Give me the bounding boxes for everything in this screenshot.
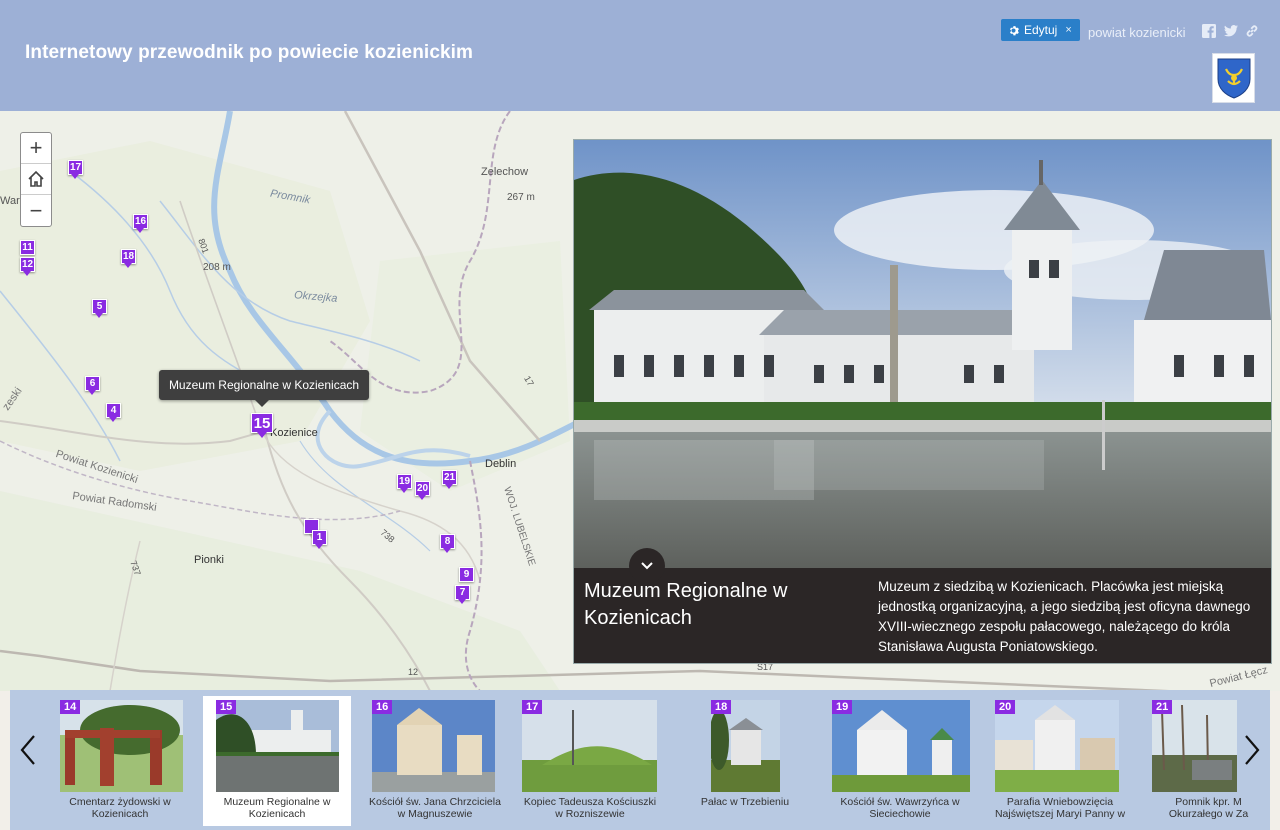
edit-button-label: Edytuj [1024, 23, 1058, 37]
map-marker[interactable]: 6 [85, 376, 100, 395]
thumbnail-label: Muzeum Regionalne w Kozienicach [223, 796, 331, 820]
map-marker[interactable]: 5 [92, 299, 107, 318]
map-label-deblin: Deblin [485, 458, 517, 470]
home-button[interactable] [21, 164, 51, 195]
carousel-item-active[interactable]: 15 Muzeum Regionalne w Kozienicach [203, 696, 351, 826]
thumbnail-image [522, 700, 657, 792]
map-label-alt208: 208 m [203, 262, 231, 273]
map-marker[interactable]: 12 [20, 257, 35, 276]
chevron-down-icon [641, 562, 653, 570]
thumbnail-image [832, 700, 970, 792]
map-marker[interactable]: 1 [312, 530, 327, 549]
map-marker[interactable]: 21 [442, 470, 457, 489]
zoom-out-button[interactable]: − [21, 195, 51, 226]
coat-of-arms-icon [1217, 58, 1250, 99]
museum-photo [574, 140, 1271, 570]
map-marker-selected[interactable]: 15 [251, 413, 273, 439]
map-label-road12: 12 [408, 667, 419, 677]
map-marker[interactable]: 16 [133, 214, 148, 233]
thumbnail-label: Kopiec Tadeusza Kościuszki w Rozniszewie [523, 796, 657, 820]
map-marker[interactable]: 7 [455, 585, 470, 604]
gear-icon [1009, 25, 1019, 35]
map-marker[interactable]: 18 [121, 249, 136, 268]
zoom-in-button[interactable]: + [21, 133, 51, 164]
panel-title: Muzeum Regionalne w Kozienicach [584, 580, 788, 629]
chevron-right-icon [1245, 735, 1260, 765]
carousel-prev-button[interactable] [13, 730, 43, 770]
map-label-pionki: Pionki [194, 554, 224, 566]
thumbnail-label: Pałac w Trzebieniu [700, 796, 790, 808]
thumbnail-label: Pomnik kpr. M Okurzałego w Za [1168, 796, 1249, 820]
carousel-item[interactable]: 14 Cmentarz żydowski w Kozienicach [50, 696, 190, 826]
thumbnail-carousel: 14 Cmentarz żydowski w Kozienicach 15 Mu… [10, 690, 1270, 830]
map-marker[interactable]: 4 [106, 403, 121, 422]
carousel-item[interactable]: 19 Kościół św. Wawrzyńca w Sieciechowie [830, 696, 970, 826]
map-marker[interactable]: 8 [440, 534, 455, 553]
collapse-button[interactable] [629, 548, 665, 584]
home-icon [28, 170, 44, 187]
app-header: Internetowy przewodnik po powiecie kozie… [0, 0, 1280, 111]
map-marker[interactable]: 19 [397, 474, 412, 493]
carousel-item[interactable]: 16 Kościół św. Jana Chrzciciela w Magnus… [365, 696, 505, 826]
thumbnail-label: Parafia Wniebowzięcia Najświętszej Maryi… [994, 796, 1126, 820]
map-marker[interactable]: 17 [68, 160, 83, 179]
coat-of-arms-logo [1212, 53, 1255, 103]
twitter-icon[interactable] [1224, 24, 1238, 38]
thumbnail-label: Kościół św. Jana Chrzciciela w Magnuszew… [369, 796, 501, 820]
map-label-zelechow: Zelechow [481, 166, 529, 178]
edit-button[interactable]: Edytuj × [1001, 19, 1080, 41]
carousel-next-button[interactable] [1237, 730, 1267, 770]
close-icon[interactable]: × [1065, 24, 1071, 36]
chevron-left-icon [20, 735, 35, 765]
carousel-item[interactable]: 17 Kopiec Tadeusza Kościuszki w Roznisze… [520, 696, 660, 826]
header-link[interactable]: powiat kozienicki [1088, 25, 1186, 40]
marker-tooltip: Muzeum Regionalne w Kozienicach [159, 370, 369, 407]
panel-description: Muzeum z siedzibą w Kozienicach. Placówk… [878, 579, 1251, 654]
thumbnail-label: Kościół św. Wawrzyńca w Sieciechowie [840, 796, 960, 820]
app-title: Internetowy przewodnik po powiecie kozie… [25, 42, 474, 63]
map-marker[interactable]: 20 [415, 481, 430, 500]
facebook-icon[interactable] [1202, 24, 1216, 38]
map-label-alt267: 267 m [507, 192, 535, 203]
carousel-item[interactable]: 20 Parafia Wniebowzięcia Najświętszej Ma… [990, 696, 1130, 826]
thumbnail-label: Cmentarz żydowski w Kozienicach [69, 796, 171, 820]
map-label-kozienice: Kozienice [270, 427, 318, 439]
caption-bar: Muzeum Regionalne w Kozienicach Muzeum z… [574, 568, 1271, 663]
map-marker[interactable]: 9 [459, 567, 474, 586]
link-icon[interactable] [1245, 24, 1259, 38]
zoom-controls: + − [20, 132, 52, 227]
info-panel: Muzeum Regionalne w Kozienicach Muzeum z… [573, 139, 1272, 664]
carousel-item[interactable]: 18 Pałac w Trzebieniu [675, 696, 815, 826]
